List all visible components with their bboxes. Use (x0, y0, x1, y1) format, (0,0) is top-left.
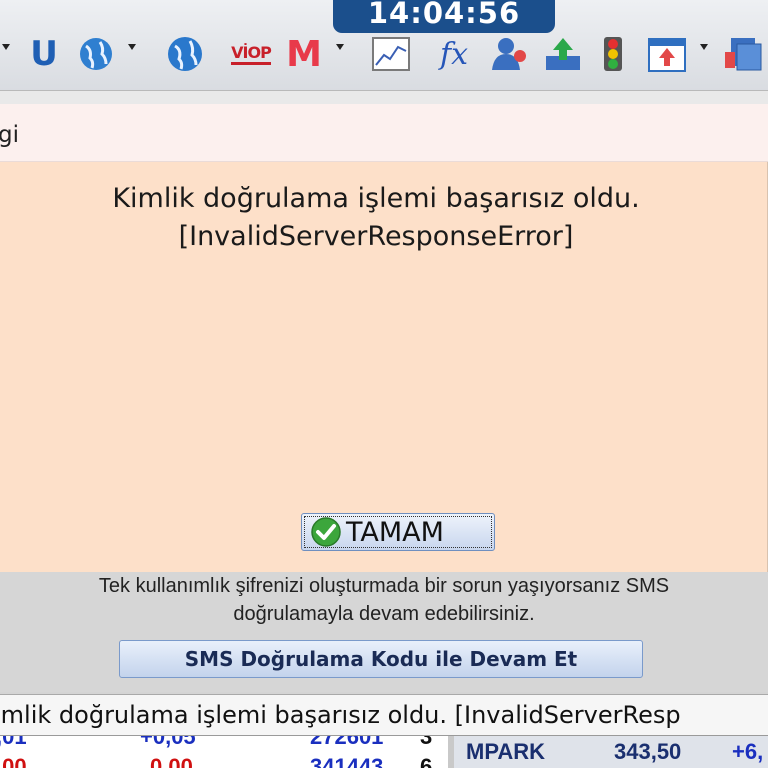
grid-cell[interactable]: ,00 (0, 754, 27, 768)
window-up-icon[interactable] (646, 36, 688, 72)
grid-cell[interactable]: 272601 (310, 736, 383, 750)
change-cell: +6, (732, 739, 764, 764)
grid-cell[interactable]: 6 (420, 754, 432, 768)
dialog-title: gi (0, 122, 19, 148)
sms-info-text: Tek kullanımlık şifrenizi oluşturmada bi… (0, 572, 768, 628)
upload-icon[interactable] (542, 36, 584, 72)
dropdown-arrow-icon[interactable] (2, 44, 10, 50)
sms-verification-button[interactable]: SMS Doğrulama Kodu ile Devam Et (119, 640, 643, 678)
error-message-line1: Kimlik doğrulama işlemi başarısız oldu. (112, 183, 640, 214)
globe-help-icon[interactable] (76, 36, 116, 72)
u-button[interactable]: U (26, 34, 62, 74)
check-icon (311, 517, 341, 547)
dropdown-arrow-icon[interactable] (700, 44, 708, 50)
grid-cell[interactable]: 341443 (310, 754, 383, 768)
status-message: imlik doğrulama işlemi başarısız oldu. [… (0, 701, 681, 729)
grid-cell[interactable]: 0,00 (150, 754, 193, 768)
dropdown-arrow-icon[interactable] (128, 44, 136, 50)
error-message-line2: [InvalidServerResponseError] (178, 221, 574, 252)
error-message: Kimlik doğrulama işlemi başarısız oldu. … (0, 180, 752, 256)
error-dialog: gi Kimlik doğrulama işlemi başarısız old… (0, 104, 768, 572)
traffic-light-icon[interactable] (598, 36, 628, 72)
m-icon[interactable]: M (282, 34, 326, 75)
chart-icon[interactable] (370, 36, 412, 72)
price-cell: 343,50 (614, 739, 682, 764)
ok-button[interactable]: TAMAM (301, 513, 495, 551)
viop-icon[interactable]: VİOP (228, 36, 274, 72)
window-tab-strip (0, 90, 768, 104)
main-toolbar: U VİOP M fx 14:04:56 (0, 0, 768, 92)
user-icon[interactable] (488, 36, 532, 72)
globe-icon[interactable] (164, 36, 206, 72)
table-row[interactable]: MPARK 343,50 +6, (454, 736, 768, 768)
dropdown-arrow-icon[interactable] (336, 44, 344, 50)
grid-cell[interactable]: +0,05 (140, 736, 196, 750)
sms-info-line1: Tek kullanımlık şifrenizi oluşturmada bi… (98, 575, 670, 597)
function-icon[interactable]: fx (432, 36, 476, 72)
market-grid: ,01 +0,05 272601 3 ,00 0,00 341443 6 MPA… (0, 736, 768, 768)
ok-button-label: TAMAM (346, 516, 444, 548)
clock-display: 14:04:56 (333, 0, 555, 33)
dialog-titlebar[interactable]: gi (0, 104, 768, 162)
login-panel: Tek kullanımlık şifrenizi oluşturmada bi… (0, 572, 768, 692)
grid-cell[interactable]: 3 (420, 736, 432, 750)
symbol-cell: MPARK (466, 739, 546, 764)
sms-info-line2: doğrulamayla devam edebilirsiniz. (233, 603, 535, 625)
status-bar: imlik doğrulama işlemi başarısız oldu. [… (0, 694, 768, 736)
documents-icon[interactable] (722, 36, 768, 72)
grid-cell[interactable]: ,01 (0, 736, 27, 750)
